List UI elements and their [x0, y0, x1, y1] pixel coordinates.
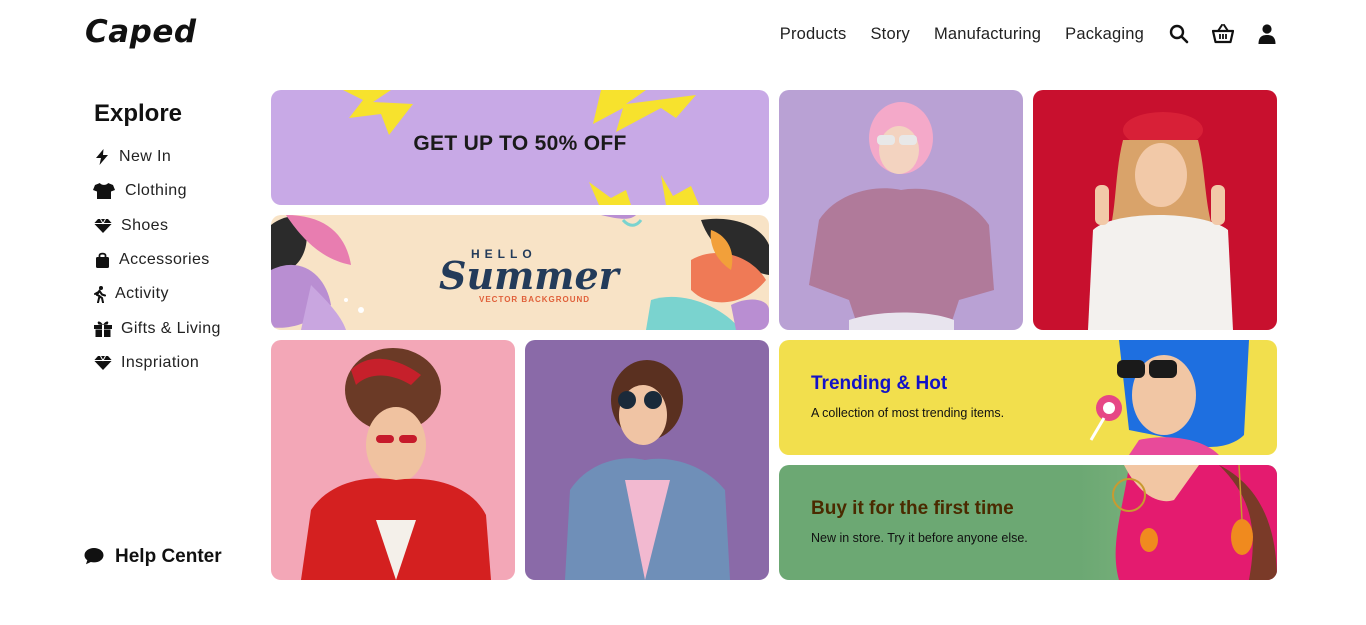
- trending-title: Trending & Hot: [811, 373, 948, 394]
- model-illustration: [301, 348, 491, 580]
- first-purchase-banner[interactable]: Buy it for the first time New in store. …: [779, 465, 1277, 580]
- gift-icon: [93, 320, 113, 338]
- product-photo-denim-jacket[interactable]: [525, 340, 769, 580]
- sale-banner[interactable]: GET UP TO 50% OFF: [271, 90, 769, 205]
- sidebar-item-label: Inspriation: [121, 353, 200, 371]
- user-icon[interactable]: [1256, 23, 1278, 45]
- top-nav: Products Story Manufacturing Packaging: [780, 22, 1278, 46]
- tshirt-icon: [93, 182, 115, 200]
- summer-subtitle: VECTOR BACKGROUND: [479, 295, 591, 304]
- sidebar-item-gifts-living[interactable]: Gifts & Living: [93, 311, 221, 345]
- basket-icon[interactable]: [1212, 23, 1234, 45]
- sidebar-item-label: Shoes: [121, 216, 169, 234]
- model-illustration: [1088, 112, 1233, 330]
- lightning-icon: [93, 148, 111, 166]
- summer-banner[interactable]: HELLO Summer VECTOR BACKGROUND: [271, 215, 769, 330]
- product-photo-pink-sweater[interactable]: [779, 90, 1023, 330]
- summer-title: Summer: [439, 253, 619, 298]
- model-illustration: [1089, 340, 1249, 455]
- walking-icon: [93, 285, 107, 303]
- nav-products[interactable]: Products: [780, 25, 847, 44]
- sidebar-item-shoes[interactable]: Shoes: [93, 209, 221, 243]
- trending-subtitle: A collection of most trending items.: [811, 406, 1005, 420]
- gem-icon: [93, 354, 113, 372]
- brand-logo[interactable]: Caped: [85, 14, 197, 50]
- sidebar-item-activity[interactable]: Activity: [93, 277, 221, 311]
- sidebar-item-label: Activity: [115, 285, 169, 303]
- sale-headline: GET UP TO 50% OFF: [413, 132, 627, 155]
- help-center-label: Help Center: [115, 546, 222, 567]
- model-illustration: [565, 360, 730, 580]
- buy-title: Buy it for the first time: [811, 498, 1014, 519]
- product-photo-red-beret[interactable]: [1033, 90, 1277, 330]
- product-photo-red-jacket[interactable]: [271, 340, 515, 580]
- nav-packaging[interactable]: Packaging: [1065, 25, 1144, 44]
- sidebar-item-label: New In: [119, 148, 172, 166]
- sidebar-item-label: Clothing: [125, 182, 187, 200]
- nav-story[interactable]: Story: [870, 25, 910, 44]
- nav-manufacturing[interactable]: Manufacturing: [934, 25, 1041, 44]
- sidebar-item-label: Gifts & Living: [121, 319, 221, 337]
- sidebar-item-clothing[interactable]: Clothing: [93, 174, 221, 208]
- sidebar-item-inspiration[interactable]: Inspriation: [93, 346, 221, 380]
- buy-subtitle: New in store. Try it before anyone else.: [811, 531, 1028, 545]
- bag-icon: [93, 251, 111, 269]
- chat-icon: [84, 547, 104, 567]
- category-list: New In Clothing Shoes Accessories Activi…: [93, 140, 221, 380]
- model-illustration: [1079, 465, 1277, 580]
- gem-icon: [93, 217, 113, 235]
- trending-banner[interactable]: Trending & Hot A collection of most tren…: [779, 340, 1277, 455]
- explore-heading: Explore: [94, 100, 183, 127]
- sidebar-item-label: Accessories: [119, 251, 210, 269]
- search-icon[interactable]: [1168, 23, 1190, 45]
- model-illustration: [809, 102, 994, 330]
- sidebar-item-new-in[interactable]: New In: [93, 140, 221, 174]
- sidebar-item-accessories[interactable]: Accessories: [93, 243, 221, 277]
- help-center-link[interactable]: Help Center: [84, 546, 222, 568]
